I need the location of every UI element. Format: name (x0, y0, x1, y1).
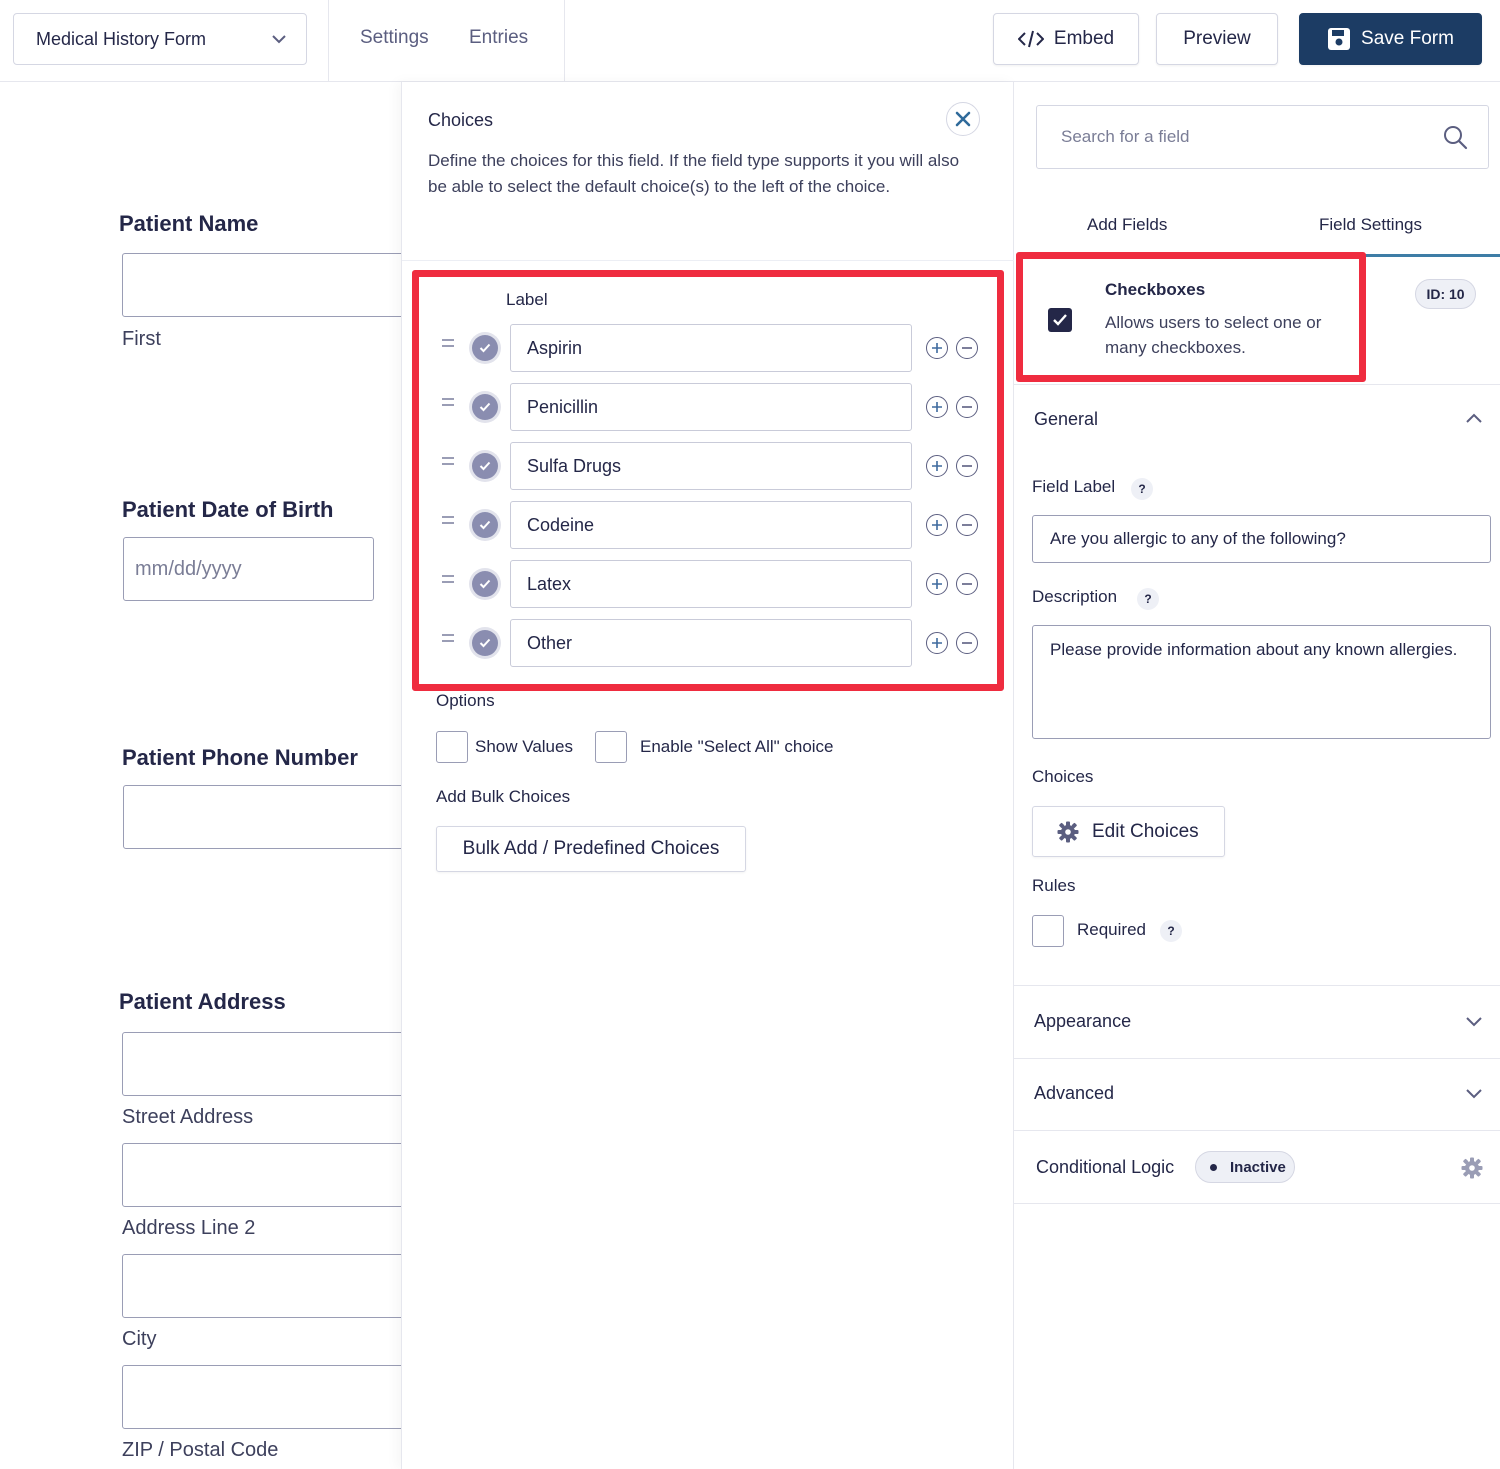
code-icon (1018, 30, 1044, 48)
divider (564, 0, 565, 82)
field-title-address: Patient Address (119, 989, 286, 1015)
nav-settings[interactable]: Settings (360, 27, 429, 49)
choices-label: Choices (1032, 767, 1093, 787)
divider (1014, 1130, 1500, 1131)
field-settings-sidebar: Search for a field Add Fields Field Sett… (1014, 82, 1500, 1469)
rules-label: Rules (1032, 876, 1075, 896)
close-icon (955, 111, 971, 127)
description-textarea[interactable]: Please provide information about any kno… (1032, 625, 1491, 739)
city-input[interactable] (122, 1254, 412, 1318)
embed-button[interactable]: Embed (993, 13, 1139, 65)
help-icon[interactable]: ? (1160, 920, 1182, 942)
divider (1014, 384, 1500, 385)
chevron-down-icon[interactable] (1462, 1081, 1486, 1105)
field-label-label: Field Label (1032, 477, 1115, 497)
divider (1014, 1203, 1500, 1204)
divider (328, 0, 329, 82)
conditional-logic-status-badge: Inactive (1195, 1151, 1295, 1183)
field-label-input[interactable]: Are you allergic to any of the following… (1032, 515, 1491, 563)
help-icon[interactable]: ? (1131, 478, 1153, 500)
show-values-label: Show Values (475, 737, 573, 757)
search-placeholder: Search for a field (1061, 127, 1190, 147)
field-title-dob: Patient Date of Birth (122, 497, 333, 523)
highlight-box (412, 270, 1004, 691)
form-selector-label: Medical History Form (36, 29, 206, 50)
search-input[interactable]: Search for a field (1036, 105, 1489, 169)
chevron-up-icon[interactable] (1462, 407, 1486, 431)
field-id-badge: ID: 10 (1415, 279, 1476, 309)
choices-flyout: Choices Define the choices for this fiel… (401, 82, 1014, 1469)
form-canvas: Patient Name First Patient Date of Birth… (0, 82, 401, 1469)
preview-button[interactable]: Preview (1156, 13, 1278, 65)
chevron-down-icon[interactable] (1462, 1009, 1486, 1033)
patient-name-first-sublabel: First (122, 328, 161, 351)
edit-choices-button[interactable]: Edit Choices (1032, 806, 1225, 857)
phone-input[interactable] (123, 785, 413, 849)
field-label-value: Are you allergic to any of the following… (1050, 529, 1346, 549)
save-form-label: Save Form (1361, 28, 1454, 50)
gear-icon (1057, 821, 1079, 843)
bulk-add-label: Bulk Add / Predefined Choices (463, 838, 720, 860)
appearance-section-title[interactable]: Appearance (1034, 1011, 1131, 1032)
choices-panel-title: Choices (428, 110, 493, 131)
dob-placeholder: mm/dd/yyyy (135, 558, 242, 581)
conditional-logic-status: Inactive (1230, 1159, 1286, 1176)
show-values-checkbox[interactable] (436, 731, 468, 763)
add-bulk-choices-label: Add Bulk Choices (436, 787, 570, 807)
divider (1014, 985, 1500, 986)
edit-choices-label: Edit Choices (1092, 821, 1199, 843)
search-icon (1442, 124, 1468, 150)
address-line-2-sublabel: Address Line 2 (122, 1217, 255, 1240)
bulk-add-button[interactable]: Bulk Add / Predefined Choices (436, 826, 746, 872)
address-line-2-input[interactable] (122, 1143, 412, 1207)
highlight-box (1016, 252, 1366, 382)
close-button[interactable] (946, 102, 980, 136)
street-address-sublabel: Street Address (122, 1106, 253, 1129)
nav-entries[interactable]: Entries (469, 27, 528, 49)
zip-sublabel: ZIP / Postal Code (122, 1439, 278, 1462)
general-section-title[interactable]: General (1034, 409, 1098, 430)
required-checkbox[interactable] (1032, 915, 1064, 947)
status-dot (1210, 1164, 1217, 1171)
divider (402, 260, 1014, 261)
choices-panel-description: Define the choices for this field. If th… (428, 148, 968, 200)
top-bar: Medical History Form Settings Entries Em… (0, 0, 1500, 82)
help-icon[interactable]: ? (1137, 588, 1159, 610)
select-all-label: Enable "Select All" choice (640, 737, 834, 757)
description-value: Please provide information about any kno… (1050, 640, 1457, 659)
save-form-button[interactable]: Save Form (1299, 13, 1482, 65)
divider (1014, 1058, 1500, 1059)
advanced-section-title[interactable]: Advanced (1034, 1083, 1114, 1104)
zip-input[interactable] (122, 1365, 412, 1429)
patient-name-first-input[interactable] (122, 253, 412, 317)
preview-label: Preview (1183, 28, 1251, 50)
chevron-down-icon (270, 30, 288, 48)
tab-add-fields[interactable]: Add Fields (1087, 215, 1167, 235)
gear-icon[interactable] (1461, 1157, 1483, 1179)
select-all-checkbox[interactable] (595, 731, 627, 763)
conditional-logic-title[interactable]: Conditional Logic (1036, 1157, 1174, 1178)
street-address-input[interactable] (122, 1032, 412, 1096)
tab-field-settings[interactable]: Field Settings (1319, 215, 1422, 235)
dob-input[interactable]: mm/dd/yyyy (123, 537, 374, 601)
embed-label: Embed (1054, 28, 1114, 50)
city-sublabel: City (122, 1328, 156, 1351)
description-label: Description (1032, 587, 1117, 607)
field-title-patient-name: Patient Name (119, 211, 258, 237)
save-icon (1327, 27, 1351, 51)
required-label: Required (1077, 920, 1146, 940)
field-title-phone: Patient Phone Number (122, 745, 358, 771)
options-label: Options (436, 691, 495, 711)
form-selector[interactable]: Medical History Form (13, 13, 307, 65)
